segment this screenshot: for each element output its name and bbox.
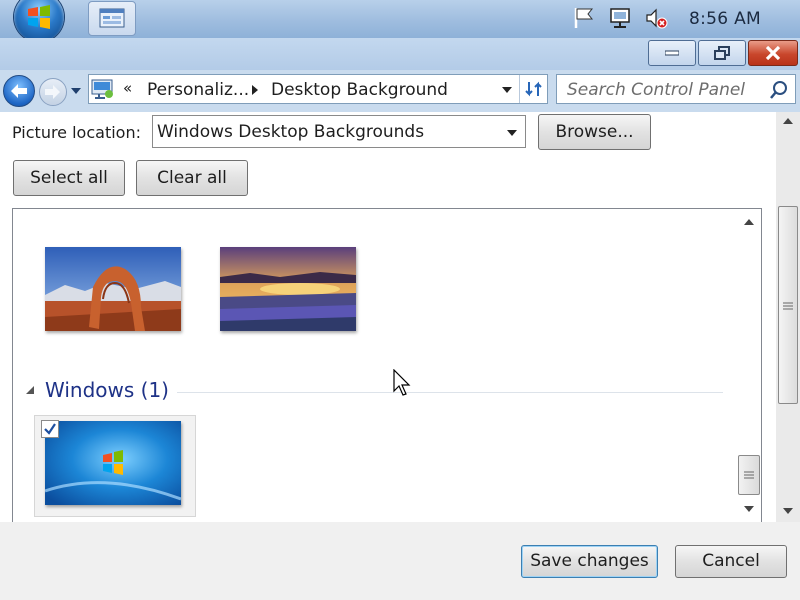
restore-icon bbox=[714, 46, 730, 60]
start-button[interactable] bbox=[14, 0, 64, 42]
search-box[interactable]: Search Control Panel bbox=[556, 74, 796, 104]
arrow-right-icon bbox=[45, 85, 60, 99]
breadcrumb-separator-icon[interactable] bbox=[251, 84, 259, 96]
scroll-up-icon[interactable] bbox=[744, 219, 754, 225]
address-dropdown-icon[interactable] bbox=[501, 86, 513, 94]
navigation-bar: « Personaliz... Desktop Background Searc… bbox=[0, 70, 800, 112]
forward-button[interactable] bbox=[39, 78, 67, 106]
search-icon[interactable] bbox=[769, 80, 789, 100]
wallpaper-thumbnail-windows[interactable] bbox=[45, 421, 181, 505]
windows-default-image bbox=[45, 421, 181, 505]
checkmark-icon bbox=[44, 423, 56, 435]
back-button[interactable] bbox=[3, 75, 35, 107]
address-overflow[interactable]: « bbox=[123, 79, 132, 97]
restore-button[interactable] bbox=[698, 40, 746, 66]
windows-logo-icon bbox=[28, 5, 50, 29]
taskbar: 8:56 AM bbox=[0, 0, 800, 42]
arch-rock-image bbox=[45, 247, 181, 331]
chevron-down-icon bbox=[507, 130, 517, 136]
search-placeholder[interactable]: Search Control Panel bbox=[567, 80, 745, 100]
gallery-scrollbar[interactable] bbox=[737, 209, 761, 522]
window-scroll-up-icon[interactable] bbox=[783, 118, 793, 124]
wallpaper-gallery[interactable]: Windows (1) bbox=[12, 208, 762, 523]
taskbar-control-panel-button[interactable] bbox=[88, 1, 136, 36]
network-icon[interactable] bbox=[608, 6, 632, 30]
group-title[interactable]: Windows (1) bbox=[45, 378, 169, 402]
window-scroll-down-icon[interactable] bbox=[783, 508, 793, 514]
clock[interactable]: 8:56 AM bbox=[689, 9, 761, 29]
select-all-button[interactable]: Select all bbox=[13, 160, 125, 196]
picture-location-select[interactable]: Windows Desktop Backgrounds bbox=[152, 115, 526, 148]
mouse-cursor-icon bbox=[393, 369, 411, 396]
minimize-icon bbox=[665, 50, 679, 56]
scroll-down-icon[interactable] bbox=[744, 506, 754, 512]
refresh-icon bbox=[525, 81, 542, 97]
breadcrumb-personalization[interactable]: Personaliz... bbox=[147, 80, 249, 100]
window-scrollbar[interactable] bbox=[776, 112, 800, 522]
wallpaper-thumbnail-sunset[interactable] bbox=[220, 247, 356, 331]
control-panel-icon bbox=[91, 79, 113, 99]
recent-pages-dropdown-icon[interactable] bbox=[70, 87, 82, 95]
breadcrumb-desktop-background[interactable]: Desktop Background bbox=[271, 80, 448, 100]
sunset-flower-field-image bbox=[220, 247, 356, 331]
window-caption bbox=[0, 38, 800, 70]
gallery-scroll-thumb[interactable] bbox=[738, 455, 760, 495]
address-bar[interactable]: « Personaliz... Desktop Background bbox=[88, 74, 548, 104]
minimize-button[interactable] bbox=[648, 40, 696, 66]
clear-all-button[interactable]: Clear all bbox=[136, 160, 248, 196]
picture-location-label: Picture location: bbox=[12, 123, 141, 142]
flag-icon[interactable] bbox=[572, 6, 596, 30]
browse-button[interactable]: Browse... bbox=[538, 114, 651, 150]
grip-icon bbox=[744, 471, 754, 479]
group-divider bbox=[177, 392, 723, 393]
close-icon bbox=[765, 46, 781, 60]
arrow-left-icon bbox=[11, 84, 27, 98]
group-header-windows[interactable]: Windows (1) bbox=[25, 376, 725, 404]
volume-muted-icon[interactable] bbox=[644, 6, 668, 30]
save-changes-button[interactable]: Save changes bbox=[521, 545, 658, 578]
close-button[interactable] bbox=[748, 40, 798, 66]
grip-icon bbox=[783, 302, 793, 310]
wallpaper-thumbnail-arch[interactable] bbox=[45, 247, 181, 331]
control-panel-window-icon bbox=[99, 8, 125, 28]
picture-location-value: Windows Desktop Backgrounds bbox=[157, 122, 425, 142]
refresh-button[interactable] bbox=[519, 75, 548, 103]
collapse-triangle-icon[interactable] bbox=[25, 385, 35, 395]
wallpaper-checkbox[interactable] bbox=[41, 420, 59, 438]
cancel-button[interactable]: Cancel bbox=[675, 545, 787, 578]
window-scroll-thumb[interactable] bbox=[778, 206, 798, 404]
